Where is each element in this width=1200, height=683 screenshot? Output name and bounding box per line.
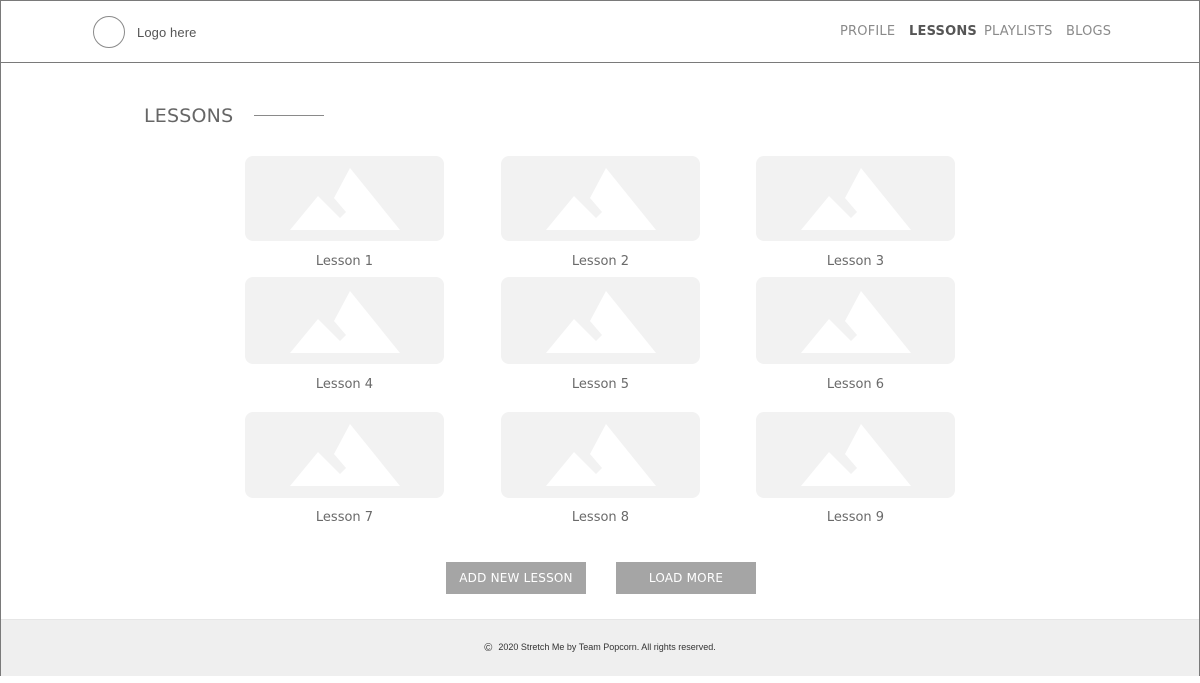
image-placeholder-icon — [756, 412, 955, 498]
image-placeholder-icon — [756, 156, 955, 241]
lesson-label: Lesson 4 — [315, 377, 374, 392]
image-placeholder-icon — [501, 412, 700, 498]
copyright-text: 2020 Stretch Me by Team Popcorn. All rig… — [498, 642, 716, 652]
lesson-card-8[interactable]: Lesson 8 — [501, 412, 700, 525]
nav-item-blogs[interactable]: BLOGS — [1066, 24, 1111, 39]
image-placeholder-icon — [245, 156, 444, 241]
lesson-card-2[interactable]: Lesson 2 — [501, 156, 700, 269]
add-new-lesson-button[interactable]: ADD NEW LESSON — [446, 562, 586, 594]
image-placeholder-icon — [501, 156, 700, 241]
copyright-icon: © — [484, 642, 493, 654]
nav-item-playlists[interactable]: PLAYLISTS — [984, 24, 1053, 39]
lesson-label: Lesson 1 — [315, 254, 374, 269]
image-placeholder-icon — [245, 412, 444, 498]
lesson-label: Lesson 6 — [826, 377, 885, 392]
footer-copyright: © 2020 Stretch Me by Team Popcorn. All ri… — [1, 642, 1199, 654]
lesson-card-7[interactable]: Lesson 7 — [245, 412, 444, 525]
image-placeholder-icon — [756, 277, 955, 364]
lesson-card-1[interactable]: Lesson 1 — [245, 156, 444, 269]
nav-item-lessons[interactable]: LESSONS — [909, 24, 977, 39]
lesson-label: Lesson 3 — [826, 254, 885, 269]
lesson-card-9[interactable]: Lesson 9 — [756, 412, 955, 525]
lesson-label: Lesson 7 — [315, 510, 374, 525]
lesson-card-3[interactable]: Lesson 3 — [756, 156, 955, 269]
page-title: LESSONS — [144, 105, 234, 127]
main-nav: PROFILE LESSONS PLAYLISTS BLOGS — [1, 24, 1199, 44]
lesson-label: Lesson 2 — [571, 254, 630, 269]
nav-item-profile[interactable]: PROFILE — [840, 24, 895, 39]
lesson-label: Lesson 9 — [826, 510, 885, 525]
lesson-card-4[interactable]: Lesson 4 — [245, 277, 444, 392]
page-frame: Logo here PROFILE LESSONS PLAYLISTS BLOG… — [0, 0, 1200, 676]
footer: © 2020 Stretch Me by Team Popcorn. All ri… — [1, 619, 1199, 676]
load-more-button[interactable]: LOAD MORE — [616, 562, 756, 594]
header: Logo here PROFILE LESSONS PLAYLISTS BLOG… — [1, 1, 1199, 63]
image-placeholder-icon — [245, 277, 444, 364]
image-placeholder-icon — [501, 277, 700, 364]
lesson-label: Lesson 5 — [571, 377, 630, 392]
lesson-card-6[interactable]: Lesson 6 — [756, 277, 955, 392]
lesson-label: Lesson 8 — [571, 510, 630, 525]
lesson-card-5[interactable]: Lesson 5 — [501, 277, 700, 392]
title-divider — [254, 115, 324, 116]
